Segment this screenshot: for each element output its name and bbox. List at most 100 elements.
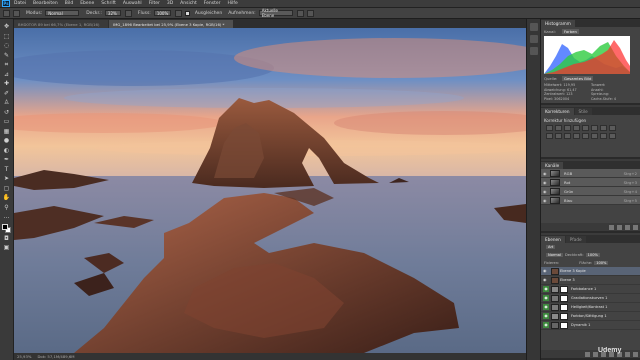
invert-icon[interactable] [573, 133, 580, 139]
path-select-tool-icon[interactable]: ➤ [2, 174, 11, 183]
channel-row-rot[interactable]: ◉ Rot Strg+3 [541, 178, 640, 187]
black-white-icon[interactable] [609, 125, 616, 131]
eye-icon[interactable]: ◉ [543, 171, 548, 176]
brush-tool-icon[interactable]: ✐ [2, 89, 11, 98]
opacity-field[interactable]: 100% [585, 253, 600, 257]
new-channel-icon[interactable] [625, 224, 630, 230]
tab-korrekturen[interactable]: Korrekturen [541, 108, 574, 115]
fill-field[interactable]: 100% [594, 261, 609, 265]
zoom-level[interactable]: 25,93% [17, 354, 31, 359]
brush-settings-icon[interactable] [13, 9, 20, 17]
marquee-tool-icon[interactable]: ⬚ [2, 32, 11, 41]
shape-tool-icon[interactable]: ▢ [2, 184, 11, 193]
eye-icon[interactable]: ◉ [543, 268, 549, 274]
info-panel-icon[interactable] [529, 47, 538, 55]
posterize-icon[interactable] [582, 133, 589, 139]
layer-row[interactable]: ◉ Farbbalance 1 [541, 285, 640, 294]
healing-brush-tool-icon[interactable]: ✚ [2, 79, 11, 88]
tab-pfade[interactable]: Pfade [565, 236, 586, 243]
quick-mask-icon[interactable]: ◘ [2, 234, 11, 243]
menu-3d[interactable]: 3D [167, 1, 173, 6]
curves-icon[interactable] [564, 125, 571, 131]
fluss-field[interactable]: 100% [153, 10, 171, 16]
brush-preset-icon[interactable] [3, 9, 10, 17]
ausgleichen-checkbox[interactable] [184, 10, 190, 16]
eye-icon[interactable]: ◉ [543, 180, 548, 185]
photo-filter-icon[interactable] [546, 133, 553, 139]
menu-bearbeiten[interactable]: Bearbeiten [33, 1, 58, 6]
deckr-field[interactable]: 32% [104, 10, 121, 16]
pressure-opacity-icon[interactable] [124, 9, 132, 17]
delete-layer-icon[interactable] [633, 351, 638, 357]
crop-tool-icon[interactable]: ⌗ [2, 60, 11, 69]
document-tab-1[interactable]: BHD0TOR 89 bei 66,7% (Ebene 1, RGB/16) [14, 20, 108, 28]
eye-icon[interactable]: ◉ [543, 322, 549, 328]
menu-filter[interactable]: Filter [149, 1, 160, 6]
menu-ebene[interactable]: Ebene [80, 1, 94, 6]
eye-icon[interactable]: ◉ [543, 277, 549, 283]
eye-icon[interactable]: ◉ [543, 189, 548, 194]
dodge-tool-icon[interactable]: ◐ [2, 146, 11, 155]
layer-kind-filter[interactable]: Art [546, 245, 556, 249]
foreground-color-swatch[interactable] [1, 223, 8, 230]
tab-stile[interactable]: Stile [574, 108, 592, 115]
channel-row-blau[interactable]: ◉ Blau Strg+5 [541, 196, 640, 205]
more-tools-icon[interactable]: … [2, 212, 11, 221]
gradient-tool-icon[interactable]: ▦ [2, 127, 11, 136]
eraser-tool-icon[interactable]: ▭ [2, 117, 11, 126]
eye-icon[interactable]: ◉ [543, 304, 549, 310]
save-selection-icon[interactable] [617, 224, 622, 230]
pen-tool-icon[interactable]: ✒ [2, 155, 11, 164]
new-layer-icon[interactable] [625, 351, 630, 357]
history-brush-tool-icon[interactable]: ↺ [2, 108, 11, 117]
menu-auswahl[interactable]: Auswahl [123, 1, 142, 6]
blur-tool-icon[interactable]: ● [2, 136, 11, 145]
aufnehmen-select[interactable]: Aktuelle Ebene [258, 8, 293, 18]
layer-row[interactable]: ◉ Ebene 3 Kopie [541, 267, 640, 276]
document-info[interactable]: Dok: 57,1M/489,6M [37, 354, 74, 359]
layer-mask-thumbnail[interactable] [560, 285, 568, 293]
tab-ebenen[interactable]: Ebenen [541, 236, 565, 243]
properties-panel-icon[interactable] [529, 35, 538, 43]
lasso-tool-icon[interactable]: ◌ [2, 41, 11, 50]
channel-row-rgb[interactable]: ◉ RGB Strg+2 [541, 169, 640, 178]
layer-mask-thumbnail[interactable] [560, 321, 568, 329]
blend-mode-select[interactable]: Normal [546, 253, 564, 257]
gradient-map-icon[interactable] [600, 133, 607, 139]
history-panel-icon[interactable] [529, 23, 538, 31]
tab-channels[interactable]: Kanäle [541, 162, 564, 169]
load-selection-icon[interactable] [609, 224, 614, 230]
clone-stamp-tool-icon[interactable]: ♙ [2, 98, 11, 107]
delete-channel-icon[interactable] [633, 224, 638, 230]
layer-row[interactable]: ◉ Ebene 3 [541, 276, 640, 285]
quick-select-tool-icon[interactable]: ✎ [2, 51, 11, 60]
menu-bild[interactable]: Bild [65, 1, 73, 6]
pressure-size-icon[interactable] [306, 9, 314, 17]
modus-select[interactable]: Normal [45, 10, 80, 16]
tab-histogram[interactable]: Histogramm [541, 20, 575, 27]
color-lookup-icon[interactable] [564, 133, 571, 139]
layer-mask-thumbnail[interactable] [560, 294, 568, 302]
eye-icon[interactable]: ◉ [543, 286, 549, 292]
menu-datei[interactable]: Datei [14, 1, 26, 6]
zoom-tool-icon[interactable]: ⚲ [2, 203, 11, 212]
document-tab-2[interactable]: IMG_1896 Bearbeitet bei 25,9% (Ebene 3 K… [109, 20, 233, 28]
levels-icon[interactable] [555, 125, 562, 131]
ignore-adjustment-icon[interactable] [296, 9, 304, 17]
type-tool-icon[interactable]: T [2, 165, 11, 174]
kanal-select[interactable]: Farben [562, 29, 579, 34]
menu-schrift[interactable]: Schrift [101, 1, 116, 6]
vibrance-icon[interactable] [582, 125, 589, 131]
eye-icon[interactable]: ◉ [543, 198, 548, 203]
move-tool-icon[interactable]: ✥ [2, 22, 11, 31]
layer-row[interactable]: ◉ Dynamik 1 [541, 321, 640, 330]
menu-fenster[interactable]: Fenster [204, 1, 221, 6]
airbrush-icon[interactable] [174, 9, 182, 17]
hand-tool-icon[interactable]: ✋ [2, 193, 11, 202]
menu-hilfe[interactable]: Hilfe [228, 1, 238, 6]
eye-icon[interactable]: ◉ [543, 313, 549, 319]
layer-mask-thumbnail[interactable] [560, 303, 568, 311]
color-balance-icon[interactable] [600, 125, 607, 131]
document-canvas[interactable] [14, 28, 526, 353]
layer-mask-thumbnail[interactable] [560, 312, 568, 320]
